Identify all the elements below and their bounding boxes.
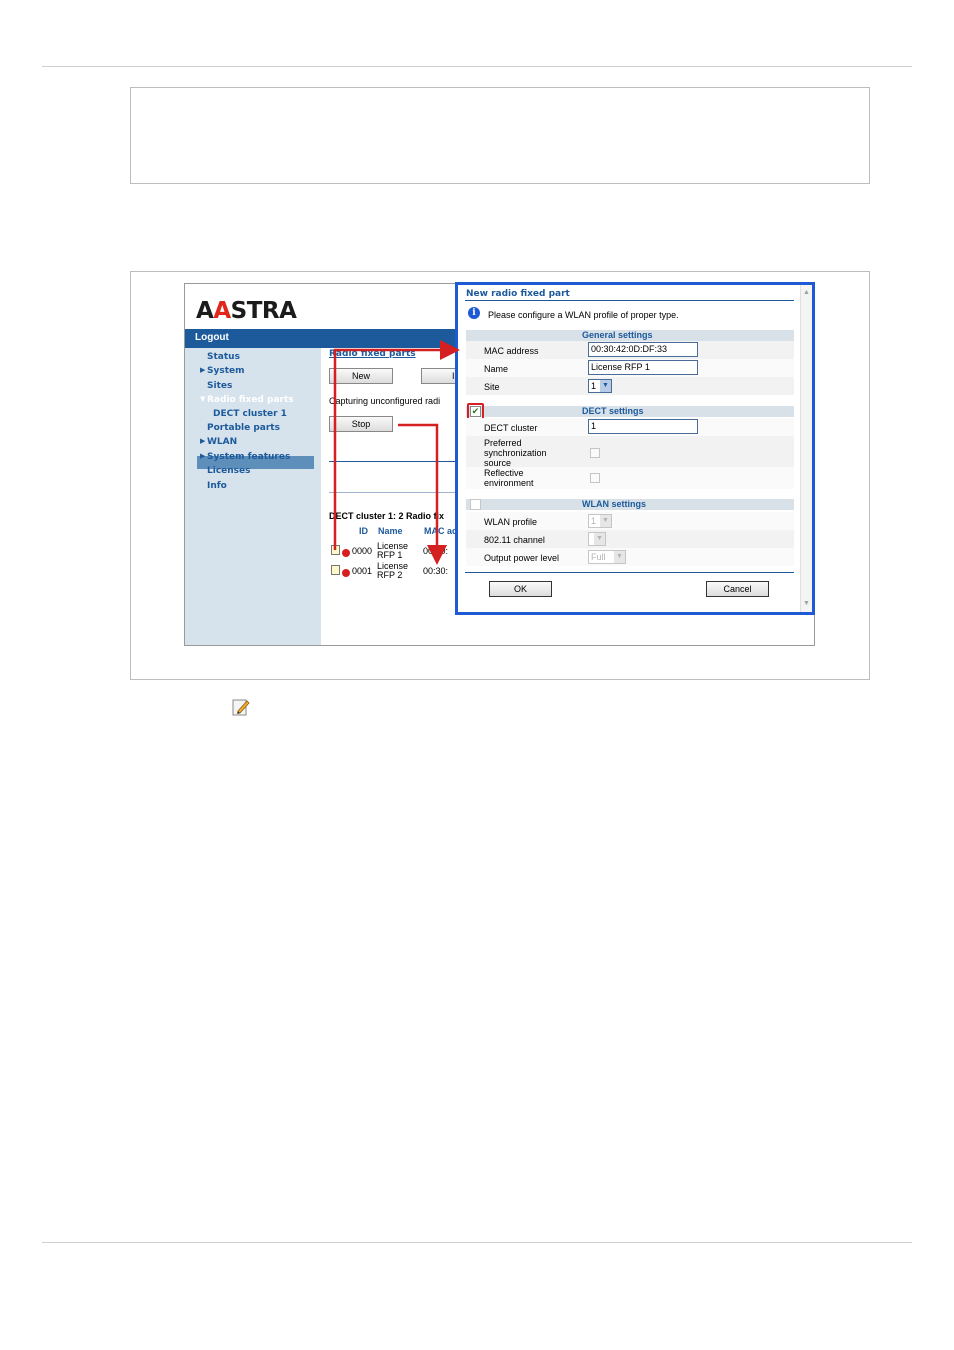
left-navigation: Status ▶ System Sites ▼ Radio fixed parts …	[185, 348, 321, 645]
page-title: Radio fixed parts	[329, 349, 416, 359]
reflective-env-label-line2: environment	[484, 478, 534, 488]
mac-address-field[interactable]: 00:30:42:0D:DF:33	[588, 342, 698, 357]
name-field[interactable]: License RFP 1	[588, 360, 698, 375]
dect-settings-header: DECT settings	[466, 406, 794, 417]
site-label: Site	[484, 382, 500, 392]
collapse-arrow-icon: ▼	[200, 395, 206, 403]
divider	[329, 461, 469, 462]
page-header-rule	[42, 66, 912, 67]
nav-item-sites[interactable]: Sites	[207, 381, 232, 391]
nav-item-portable-parts[interactable]: Portable parts	[207, 423, 280, 433]
ok-button[interactable]: OK	[489, 581, 552, 597]
new-radio-fixed-part-dialog: New radio fixed part i Please configure …	[455, 282, 815, 615]
row-mac: 00:30:	[423, 566, 449, 576]
output-power-select[interactable]: Full ▼	[588, 550, 626, 564]
aastra-logo: AASTRA	[196, 298, 297, 324]
name-label: Name	[484, 364, 509, 374]
scroll-down-icon[interactable]: ▼	[802, 599, 811, 608]
mac-address-row: MAC address 00:30:42:0D:DF:33	[466, 341, 794, 359]
edit-icon[interactable]	[331, 545, 340, 555]
general-settings-header: General settings	[466, 330, 794, 341]
chevron-down-icon: ▼	[600, 515, 611, 527]
wlan-channel-label: 802.11 channel	[484, 535, 545, 545]
expand-arrow-icon: ▶	[200, 366, 206, 374]
row-id: 0000	[352, 546, 373, 556]
chevron-down-icon: ▼	[594, 533, 605, 545]
preferred-sync-checkbox[interactable]	[590, 448, 600, 458]
note-box	[130, 87, 870, 184]
cancel-button[interactable]: Cancel	[706, 581, 769, 597]
divider	[465, 300, 794, 301]
edit-icon[interactable]	[331, 565, 340, 575]
capturing-status-text: Capturing unconfigured radi	[329, 396, 441, 406]
chevron-down-icon: ▼	[600, 380, 611, 392]
preferred-sync-row: Preferred synchronization source	[466, 436, 794, 468]
nav-item-system-features[interactable]: ▶ System features	[200, 452, 290, 462]
nav-item-licenses[interactable]: Licenses	[207, 466, 250, 476]
delete-icon[interactable]	[342, 569, 350, 577]
new-button[interactable]: New	[329, 368, 393, 384]
divider	[329, 492, 469, 493]
wlan-channel-select[interactable]: ▼	[588, 532, 606, 546]
site-select[interactable]: 1 ▼	[588, 379, 612, 393]
info-icon: i	[468, 307, 480, 319]
wlan-settings-checkbox[interactable]	[470, 499, 481, 510]
dect-cluster-label: DECT cluster	[484, 423, 538, 433]
reflective-env-row: Reflective environment	[466, 467, 794, 489]
delete-icon[interactable]	[342, 549, 350, 557]
row-mac: 00:30:	[423, 546, 449, 556]
info-message: Please configure a WLAN profile of prope…	[488, 310, 679, 320]
name-row: Name License RFP 1	[466, 359, 794, 377]
column-header-name: Name	[378, 526, 403, 536]
mac-address-label: MAC address	[484, 346, 539, 356]
preferred-sync-label-line2: synchronization	[484, 448, 547, 458]
logout-link[interactable]: Logout	[195, 332, 229, 343]
column-header-id: ID	[359, 526, 368, 536]
dect-cluster-row: DECT cluster 1	[466, 418, 794, 436]
wlan-profile-label: WLAN profile	[484, 517, 538, 527]
wlan-settings-header: WLAN settings	[466, 499, 794, 510]
nav-item-radio-fixed-parts[interactable]: ▼ Radio fixed parts	[200, 395, 294, 405]
nav-item-wlan[interactable]: ▶ WLAN	[200, 437, 237, 447]
expand-arrow-icon: ▶	[200, 437, 206, 445]
dect-cluster-field[interactable]: 1	[588, 419, 698, 434]
row-name-line2: RFP 1	[377, 550, 403, 560]
row-id: 0001	[352, 566, 373, 576]
dialog-title: New radio fixed part	[466, 289, 570, 299]
cluster-heading: DECT cluster 1: 2 Radio fix	[329, 511, 445, 521]
reflective-env-label-line1: Reflective	[484, 468, 524, 478]
dialog-scrollbar[interactable]: ▲ ▼	[800, 285, 812, 612]
nav-item-info[interactable]: Info	[207, 481, 227, 491]
nav-item-dect-cluster-1[interactable]: DECT cluster 1	[213, 409, 287, 419]
output-power-row: Output power level Full ▼	[466, 548, 794, 566]
page-footer-rule	[42, 1242, 912, 1243]
divider	[465, 572, 794, 573]
preferred-sync-label-line1: Preferred	[484, 438, 522, 448]
edit-pencil-icon	[232, 699, 250, 716]
chevron-down-icon: ▼	[614, 551, 625, 563]
scroll-up-icon[interactable]: ▲	[802, 288, 811, 297]
reflective-env-checkbox[interactable]	[590, 473, 600, 483]
expand-arrow-icon: ▶	[200, 452, 206, 460]
wlan-channel-row: 802.11 channel ▼	[466, 530, 794, 548]
row-name-line2: RFP 2	[377, 570, 403, 580]
column-header-mac: MAC ac	[424, 526, 458, 536]
nav-item-system[interactable]: ▶ System	[200, 366, 245, 376]
wlan-profile-row: WLAN profile 1 ▼	[466, 512, 794, 530]
stop-button[interactable]: Stop	[329, 416, 393, 432]
site-row: Site 1 ▼	[466, 377, 794, 395]
nav-item-status[interactable]: Status	[207, 352, 240, 362]
output-power-label: Output power level	[484, 553, 560, 563]
wlan-profile-select[interactable]: 1 ▼	[588, 514, 612, 528]
